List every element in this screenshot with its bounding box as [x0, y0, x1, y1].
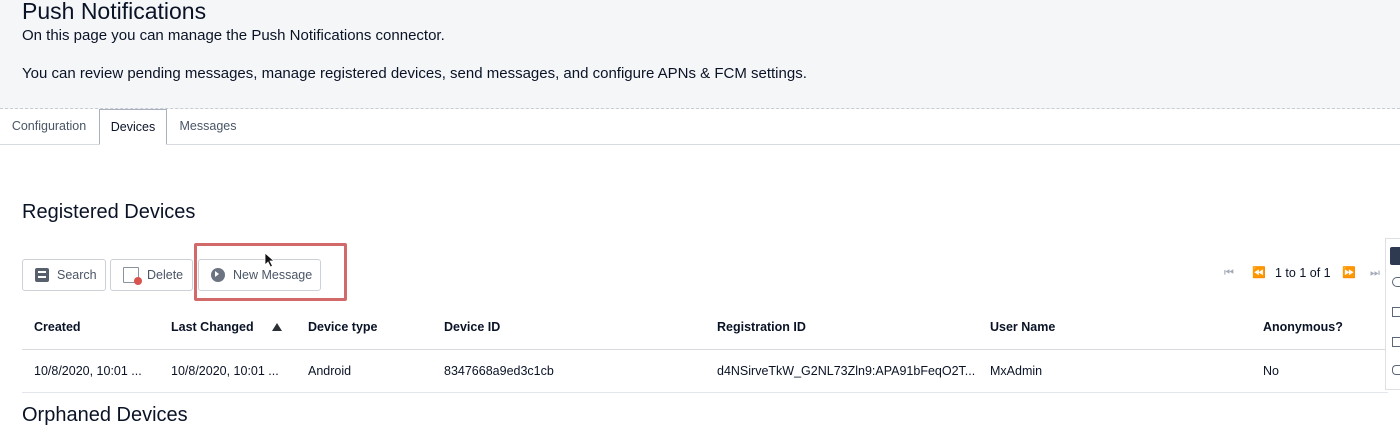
- delete-icon: [123, 267, 142, 285]
- column-header-device-id[interactable]: Device ID: [444, 320, 500, 334]
- column-header-anonymous[interactable]: Anonymous?: [1263, 320, 1343, 334]
- cell-created: 10/8/2020, 10:01 ...: [34, 364, 142, 378]
- delete-button[interactable]: Delete: [110, 259, 193, 291]
- cell-last-changed: 10/8/2020, 10:01 ...: [171, 364, 279, 378]
- cell-device-id: 8347668a9ed3c1cb: [444, 364, 554, 378]
- pencil-icon[interactable]: [1392, 307, 1400, 317]
- search-button[interactable]: Search: [22, 259, 106, 291]
- cell-registration-id: d4NSirveTkW_G2NL73Zln9:APA91bFeqO2T...: [717, 364, 976, 378]
- cell-user-name: MxAdmin: [990, 364, 1043, 378]
- delete-button-label: Delete: [147, 268, 184, 282]
- section-title-registered-devices: Registered Devices: [22, 201, 196, 223]
- column-header-user-name[interactable]: User Name: [990, 320, 1055, 334]
- cell-device-type: Android: [308, 364, 352, 378]
- first-page-icon[interactable]: ⏮: [1224, 268, 1234, 279]
- search-icon: [35, 268, 49, 282]
- cell-anonymous: No: [1263, 364, 1279, 378]
- column-header-registration-id[interactable]: Registration ID: [717, 320, 806, 334]
- tab-bar: Configuration Devices Messages: [0, 109, 1400, 145]
- search-button-label: Search: [57, 268, 97, 282]
- column-header-created[interactable]: Created: [34, 320, 81, 334]
- sort-ascending-icon[interactable]: [272, 323, 282, 331]
- section-title-orphaned-devices: Orphaned Devices: [22, 404, 188, 426]
- column-header-last-changed[interactable]: Last Changed: [171, 320, 254, 334]
- page-description-line1: On this page you can manage the Push Not…: [22, 27, 445, 44]
- page-description-line2: You can review pending messages, manage …: [22, 65, 807, 82]
- last-page-icon[interactable]: ⏭: [1370, 268, 1380, 279]
- chat-icon[interactable]: [1392, 277, 1400, 287]
- document-icon[interactable]: [1392, 337, 1400, 347]
- page-title: Push Notifications: [22, 0, 207, 24]
- tab-messages[interactable]: Messages: [168, 109, 248, 144]
- link-icon[interactable]: [1392, 365, 1400, 375]
- tab-configuration[interactable]: Configuration: [0, 109, 98, 144]
- column-header-device-type[interactable]: Device type: [308, 320, 377, 334]
- table-row[interactable]: 10/8/2020, 10:01 ... 10/8/2020, 10:01 ..…: [22, 350, 1388, 393]
- pager-status: 1 to 1 of 1: [1275, 266, 1331, 280]
- next-page-icon[interactable]: ⏩: [1342, 268, 1356, 279]
- previous-page-icon[interactable]: ⏪: [1252, 268, 1266, 279]
- page-header: Push Notifications On this page you can …: [0, 0, 1400, 109]
- side-toolbar: [1385, 238, 1400, 390]
- mouse-cursor-icon: [264, 252, 276, 268]
- mendix-logo-icon[interactable]: [1390, 247, 1400, 265]
- tab-devices[interactable]: Devices: [99, 109, 167, 145]
- table-header-row: Created Last Changed Device type Device …: [22, 306, 1388, 350]
